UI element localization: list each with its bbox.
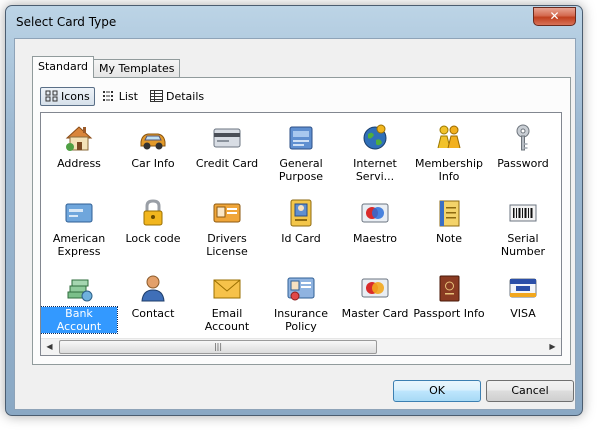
card-type-label: Id Card bbox=[281, 232, 321, 245]
card-type-label: Internet Servi... bbox=[353, 157, 397, 183]
card-type-password[interactable]: Password bbox=[485, 122, 561, 170]
tab-strip: Standard My Templates bbox=[32, 56, 181, 78]
card-type-label: Contact bbox=[131, 307, 175, 320]
card-type-label: VISA bbox=[510, 307, 536, 320]
close-button[interactable]: ✕ bbox=[533, 7, 576, 26]
card-type-label: American Express bbox=[52, 232, 106, 258]
credit-card-icon bbox=[213, 128, 241, 148]
card-type-membership-info[interactable]: Membership Info bbox=[411, 122, 487, 183]
tab-my-templates[interactable]: My Templates bbox=[93, 59, 181, 78]
visa-card-icon bbox=[509, 278, 537, 298]
notepad-icon bbox=[439, 200, 460, 227]
tab-standard[interactable]: Standard bbox=[32, 56, 95, 78]
card-type-lock-code[interactable]: Lock code bbox=[115, 197, 191, 245]
card-type-visa[interactable]: VISA bbox=[485, 272, 561, 320]
cancel-button[interactable]: Cancel bbox=[486, 380, 574, 402]
card-type-label: Lock code bbox=[125, 232, 181, 245]
people-icon bbox=[437, 125, 461, 149]
title-bar[interactable]: Select Card Type ✕ bbox=[6, 6, 582, 36]
card-type-master-card[interactable]: Master Card bbox=[337, 272, 413, 320]
ok-button[interactable]: OK bbox=[393, 380, 481, 402]
scroll-left-arrow[interactable]: ◀ bbox=[41, 339, 58, 355]
card-type-label: Passport Info bbox=[413, 307, 485, 320]
barcode-icon bbox=[509, 204, 537, 222]
amex-card-icon bbox=[65, 203, 93, 223]
view-details-label: Details bbox=[165, 89, 205, 103]
card-type-email-account[interactable]: Email Account bbox=[189, 272, 265, 333]
details-view-icon bbox=[149, 90, 163, 102]
view-list-label: List bbox=[118, 89, 138, 103]
key-icon bbox=[516, 124, 530, 151]
card-type-insurance-policy[interactable]: Insurance Policy bbox=[263, 272, 339, 333]
list-view-icon bbox=[102, 91, 113, 101]
view-list-button[interactable]: List bbox=[99, 87, 142, 106]
card-type-bank-account[interactable]: Bank Account bbox=[41, 272, 118, 334]
id-card-icon bbox=[290, 199, 312, 227]
card-type-credit-card[interactable]: Credit Card bbox=[189, 122, 265, 170]
card-type-list[interactable]: Address Car Info Credit Card General Pur… bbox=[40, 112, 562, 356]
card-type-note[interactable]: Note bbox=[411, 197, 487, 245]
card-type-label: Serial Number bbox=[500, 232, 546, 258]
window-title: Select Card Type bbox=[16, 15, 117, 29]
card-type-label: Drivers License bbox=[206, 232, 248, 258]
card-type-car-info[interactable]: Car Info bbox=[115, 122, 191, 170]
license-card-icon bbox=[213, 203, 241, 223]
card-type-internet-service[interactable]: Internet Servi... bbox=[337, 122, 413, 183]
card-type-label: Insurance Policy bbox=[274, 307, 328, 333]
globe-icon bbox=[363, 124, 387, 150]
insurance-icon bbox=[287, 277, 315, 301]
tab-panel-standard: Icons List Details Address Car Info Cred… bbox=[32, 77, 571, 365]
card-type-label: Membership Info bbox=[415, 157, 483, 183]
folder-icon bbox=[289, 126, 313, 150]
card-type-address[interactable]: Address bbox=[41, 122, 117, 170]
card-type-maestro[interactable]: Maestro bbox=[337, 197, 413, 245]
card-type-label: Bank Account bbox=[41, 306, 118, 334]
large-icons-icon bbox=[45, 90, 58, 102]
padlock-icon bbox=[143, 199, 163, 226]
house-icon bbox=[65, 126, 93, 151]
view-icons-button[interactable]: Icons bbox=[40, 86, 95, 106]
dialog-client-area: Standard My Templates Icons List Details… bbox=[14, 38, 576, 410]
card-type-general-purpose[interactable]: General Purpose bbox=[263, 122, 339, 183]
view-details-button[interactable]: Details bbox=[146, 87, 208, 106]
card-type-label: Address bbox=[57, 157, 101, 170]
maestro-card-icon bbox=[361, 203, 389, 223]
scroll-thumb[interactable]: ||| bbox=[59, 340, 377, 354]
scroll-right-arrow[interactable]: ▶ bbox=[544, 339, 561, 355]
card-type-serial-number[interactable]: Serial Number bbox=[485, 197, 561, 258]
card-type-items: Address Car Info Credit Card General Pur… bbox=[41, 113, 561, 338]
passport-icon bbox=[439, 275, 460, 302]
card-type-label: Note bbox=[435, 232, 463, 245]
card-type-passport-info[interactable]: Passport Info bbox=[411, 272, 487, 320]
dialog-window: Select Card Type ✕ Standard My Templates… bbox=[5, 5, 583, 416]
view-icons-label: Icons bbox=[61, 89, 90, 103]
horizontal-scrollbar[interactable]: ◀ ||| ▶ bbox=[41, 338, 561, 355]
person-icon bbox=[141, 275, 165, 302]
card-type-label: General Purpose bbox=[278, 157, 324, 183]
card-type-label: Car Info bbox=[131, 157, 175, 170]
card-type-label: Credit Card bbox=[195, 157, 259, 170]
car-icon bbox=[140, 133, 166, 150]
card-type-label: Email Account bbox=[204, 307, 250, 333]
view-mode-toolbar: Icons List Details bbox=[40, 86, 212, 106]
card-type-label: Master Card bbox=[341, 307, 409, 320]
card-type-contact[interactable]: Contact bbox=[115, 272, 191, 320]
card-type-american-express[interactable]: American Express bbox=[41, 197, 117, 258]
card-type-label: Password bbox=[497, 157, 549, 170]
envelope-icon bbox=[213, 279, 241, 299]
card-type-label: Maestro bbox=[352, 232, 398, 245]
mastercard-icon bbox=[361, 278, 389, 298]
money-icon bbox=[67, 279, 93, 302]
card-type-drivers-license[interactable]: Drivers License bbox=[189, 197, 265, 258]
card-type-id-card[interactable]: Id Card bbox=[263, 197, 339, 245]
